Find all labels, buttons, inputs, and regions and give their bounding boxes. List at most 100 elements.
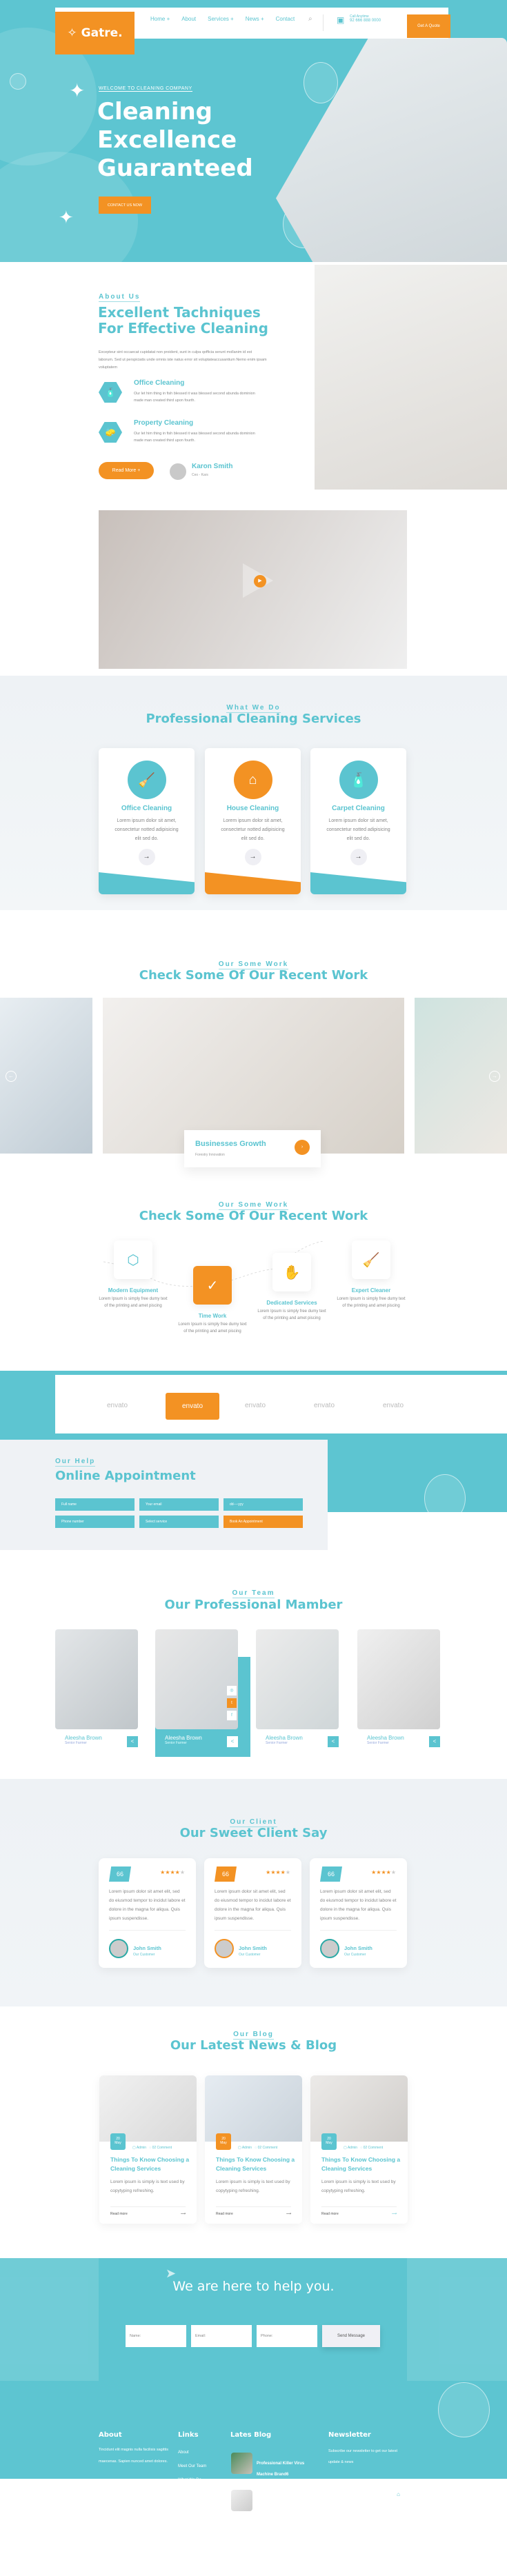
footer-link-team[interactable]: Meet Our Team: [178, 2459, 206, 2473]
footer: ➤ We are here to help you. Name: Email: …: [0, 2258, 507, 2576]
footer-blog-item[interactable]: Professional Killer Virus Machine Brand: [257, 2495, 312, 2517]
service-select[interactable]: Select service: [139, 1516, 219, 1528]
quote-icon: 66: [320, 1866, 342, 1882]
footer-blog-thumb[interactable]: [231, 2453, 252, 2474]
nav-news[interactable]: News +: [246, 16, 264, 22]
nav-about[interactable]: About: [181, 16, 196, 22]
nav-home[interactable]: Home +: [150, 16, 170, 22]
facebook-icon[interactable]: f: [227, 1711, 237, 1720]
brands-appointment-section: envato envato envato envato envato Our H…: [0, 1371, 507, 1551]
read-more-link[interactable]: Read more ⟶: [110, 2206, 186, 2216]
footer-link-what-we-do[interactable]: What We Do: [178, 2473, 206, 2487]
share-icon[interactable]: <: [328, 1736, 339, 1747]
process-item-modern-equipment: ⬡ Modern Equipment Lorem Ipsum is simply…: [99, 1240, 168, 1309]
share-icon[interactable]: <: [429, 1736, 440, 1747]
phone-input[interactable]: Phone:: [257, 2325, 317, 2347]
share-icon[interactable]: <: [227, 1736, 238, 1747]
date-input[interactable]: dd----yyy: [223, 1498, 303, 1511]
search-icon[interactable]: ⌕: [308, 15, 312, 23]
team-photo: [155, 1629, 238, 1729]
blog-post-card[interactable]: 20 May ▢ Admin ◌ 02 Comment Things To Kno…: [99, 2075, 197, 2224]
brand-logo-active[interactable]: envato: [166, 1393, 219, 1420]
testimonials-title: Our Sweet Client Say: [179, 1826, 328, 1840]
name-input[interactable]: Name:: [126, 2325, 186, 2347]
nav-contact[interactable]: Contact: [276, 16, 295, 22]
feature-title: Office Cleaning: [134, 379, 185, 387]
arrow-right-icon[interactable]: →: [350, 849, 367, 865]
arrow-right-icon[interactable]: →: [244, 849, 261, 865]
email-address-input[interactable]: Email address: [336, 2492, 360, 2496]
arrow-right-icon[interactable]: →: [138, 849, 155, 865]
read-more-link[interactable]: Read more ⟶: [216, 2206, 291, 2216]
social-icons: t ◉ p ◎: [99, 2495, 148, 2508]
play-icon[interactable]: ▶: [254, 575, 266, 587]
appointment-form: Full name Your email dd----yyy Phone num…: [55, 1498, 304, 1528]
caption-title: Businesses Growth: [195, 1140, 266, 1148]
footer-panel-left: [0, 2258, 99, 2381]
send-icon[interactable]: ⌂: [391, 2487, 406, 2502]
chat-icon: ▣: [337, 15, 345, 25]
feature-office-cleaning: 🧴: [99, 382, 122, 403]
footer-about-title: About: [99, 2431, 122, 2439]
dribbble-icon[interactable]: ◉: [111, 2497, 121, 2508]
brand-logo[interactable]: envato: [314, 1402, 335, 1409]
pinterest-icon[interactable]: p: [123, 2498, 133, 2508]
phone-input[interactable]: Phone number: [55, 1516, 135, 1528]
read-more-link[interactable]: Read more ⟶: [321, 2206, 397, 2216]
brand-logo[interactable]: envato: [383, 1402, 404, 1409]
brand-logo[interactable]: envato: [245, 1402, 266, 1409]
service-card-carpet: 🧴 Carpet Cleaning Lorem ipsum dolor sit …: [310, 748, 406, 894]
brand-logo[interactable]: envato: [107, 1402, 128, 1409]
arrow-right-icon: ⟶: [180, 2212, 186, 2216]
post-title[interactable]: Things To Know Choosing a Cleaning Servi…: [216, 2155, 295, 2173]
full-name-input[interactable]: Full name: [55, 1498, 135, 1511]
hands-box-icon: ⬡: [114, 1240, 152, 1279]
check-clock-icon: ✓: [193, 1266, 232, 1305]
post-title[interactable]: Things To Know Choosing a Cleaning Servi…: [321, 2155, 401, 2173]
hand-wash-icon: ✋: [272, 1253, 311, 1291]
broom-bucket-icon: 🧹: [127, 761, 166, 799]
blog-post-card[interactable]: 20 May ▢ Admin ◌ 02 Comment Things To Kno…: [205, 2075, 302, 2224]
twitter-icon[interactable]: t: [99, 2498, 108, 2508]
newsletter-text: Subscribe our newsletter to get our late…: [328, 2449, 397, 2464]
read-more-button[interactable]: Read More +: [99, 462, 154, 479]
arrow-right-icon: ⟶: [391, 2212, 397, 2216]
send-message-button[interactable]: Send Message: [322, 2325, 380, 2347]
footer-blog-thumb[interactable]: [231, 2490, 252, 2511]
instagram-icon[interactable]: ◎: [227, 1686, 237, 1695]
feature-text: Our let him thing in fish blessed it was…: [134, 432, 255, 443]
get-quote-button[interactable]: Get A Quote: [407, 14, 450, 38]
appointment-title: Online Appointment: [55, 1469, 196, 1483]
testimonial-card: 66 ★★★★★ Lorem ipsum dolor sit amet elit…: [204, 1858, 301, 1968]
person-role: Ceo - Kars: [192, 473, 208, 477]
footer-link-contact[interactable]: Contact: [178, 2501, 206, 2515]
footer-blog-title: Lates Blog: [230, 2431, 272, 2439]
carousel-prev-icon[interactable]: ←: [6, 1071, 17, 1082]
footer-link-about[interactable]: About: [178, 2446, 206, 2459]
twitter-icon[interactable]: t: [227, 1698, 237, 1708]
chevron-right-icon[interactable]: ›: [295, 1140, 310, 1155]
footer-blog-item[interactable]: Professional Killer Virus Machine Brand6: [257, 2458, 312, 2480]
house-cleaning-icon: ⌂: [233, 761, 272, 799]
carousel-next-icon[interactable]: →: [489, 1071, 500, 1082]
instagram-icon[interactable]: ◎: [136, 2497, 146, 2508]
call-number[interactable]: 92 666 888 0000: [350, 19, 381, 23]
logo[interactable]: ✧ Gatre.: [55, 12, 135, 54]
process-item-dedicated-services: ✋ Dedicated Services Lorem Ipsum is simp…: [257, 1253, 326, 1322]
arrow-right-icon: ⟶: [286, 2212, 291, 2216]
email-input[interactable]: Email:: [191, 2325, 252, 2347]
email-input[interactable]: Your email: [139, 1498, 219, 1511]
feature-property-cleaning: 🧽: [99, 422, 122, 443]
nav-services[interactable]: Services +: [208, 16, 234, 22]
post-meta: ▢ Admin ◌ 02 Comment: [344, 2146, 384, 2150]
book-appointment-button[interactable]: Book An Appointment: [223, 1516, 303, 1528]
footer-panel-right: [407, 2258, 507, 2381]
contact-us-button[interactable]: CONTACT US NOW: [99, 197, 151, 214]
cleaning-tools-icon: 🧹: [352, 1240, 390, 1279]
post-title[interactable]: Things To Know Choosing a Cleaning Servi…: [110, 2155, 190, 2173]
footer-link-pricing[interactable]: Our Pricing: [178, 2487, 206, 2501]
blog-post-card[interactable]: 20 May ▢ Admin ◌ 02 Comment Things To Kno…: [310, 2075, 408, 2224]
contact-title: We are here to help you.: [172, 2279, 335, 2294]
team-photo: [256, 1629, 339, 1729]
share-icon[interactable]: <: [127, 1736, 138, 1747]
